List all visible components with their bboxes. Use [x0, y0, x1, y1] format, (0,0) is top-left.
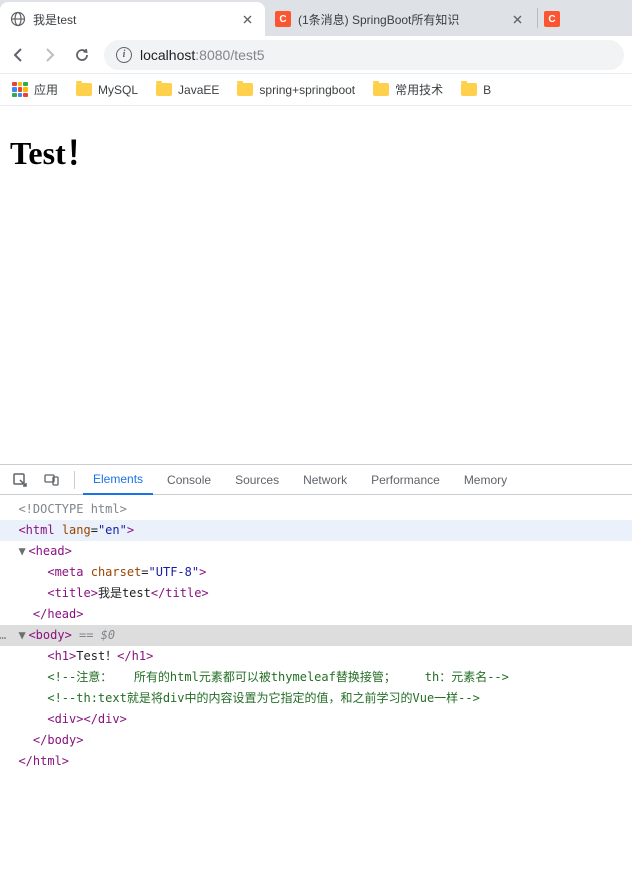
tab-title: 我是test — [33, 11, 232, 28]
nav-bar: i localhost:8080/test5 — [0, 36, 632, 74]
url-bar[interactable]: i localhost:8080/test5 — [104, 40, 624, 70]
dom-node-body-close[interactable]: </body> — [0, 730, 632, 751]
device-icon[interactable] — [38, 466, 66, 494]
close-icon[interactable] — [239, 11, 255, 27]
apps-button[interactable]: 应用 — [12, 81, 58, 98]
info-icon[interactable]: i — [116, 47, 132, 63]
apps-icon — [12, 82, 28, 98]
folder-icon — [237, 83, 253, 96]
browser-tab-bar: 我是test C (1条消息) SpringBoot所有知识 C — [0, 0, 632, 36]
folder-icon — [156, 83, 172, 96]
tab-sources[interactable]: Sources — [225, 465, 289, 495]
dom-node-head-close[interactable]: </head> — [0, 604, 632, 625]
tab-inactive-2[interactable]: C — [540, 2, 564, 36]
reload-button[interactable] — [72, 45, 92, 65]
tab-performance[interactable]: Performance — [361, 465, 450, 495]
page-heading: Test！ — [10, 128, 622, 174]
dom-node-body[interactable]: … ▼<body> == $0 — [0, 625, 632, 646]
inspect-icon[interactable] — [6, 466, 34, 494]
bookmark-label: spring+springboot — [259, 83, 355, 97]
globe-icon — [10, 11, 26, 27]
csdn-icon: C — [544, 11, 560, 27]
csdn-icon: C — [275, 11, 291, 27]
bookmark-label: B — [483, 83, 491, 97]
dom-node-h1[interactable]: <h1>Test！</h1> — [0, 646, 632, 667]
separator — [74, 471, 75, 489]
back-button[interactable] — [8, 45, 28, 65]
dom-node-meta[interactable]: <meta charset="UTF-8"> — [0, 562, 632, 583]
dom-node-doctype[interactable]: <!DOCTYPE html> — [0, 499, 632, 520]
folder-icon — [461, 83, 477, 96]
tab-separator — [537, 8, 538, 28]
devtools-tab-bar: Elements Console Sources Network Perform… — [0, 465, 632, 495]
bookmarks-bar: 应用 MySQL JavaEE spring+springboot 常用技术 B — [0, 74, 632, 106]
page-content: Test！ — [0, 106, 632, 464]
tab-network[interactable]: Network — [293, 465, 357, 495]
tab-console[interactable]: Console — [157, 465, 221, 495]
tab-active[interactable]: 我是test — [0, 2, 265, 36]
close-icon[interactable] — [509, 11, 525, 27]
bookmark-folder-javaee[interactable]: JavaEE — [156, 83, 219, 97]
apps-label: 应用 — [34, 81, 58, 98]
dom-node-comment1[interactable]: <!--注意： 所有的html元素都可以被thymeleaf替换接管； th：元… — [0, 667, 632, 688]
bookmark-label: JavaEE — [178, 83, 219, 97]
devtools-panel: Elements Console Sources Network Perform… — [0, 464, 632, 846]
dom-node-html-close[interactable]: </html> — [0, 751, 632, 772]
tab-memory[interactable]: Memory — [454, 465, 517, 495]
url-text: localhost:8080/test5 — [140, 47, 265, 63]
tab-title: (1条消息) SpringBoot所有知识 — [298, 11, 502, 28]
bookmark-label: 常用技术 — [395, 81, 443, 98]
bookmark-folder-spring[interactable]: spring+springboot — [237, 83, 355, 97]
bookmark-folder-common[interactable]: 常用技术 — [373, 81, 443, 98]
dom-tree[interactable]: <!DOCTYPE html> <html lang="en"> ▼<head>… — [0, 495, 632, 776]
tab-elements[interactable]: Elements — [83, 465, 153, 495]
forward-button[interactable] — [40, 45, 60, 65]
folder-icon — [373, 83, 389, 96]
dom-node-comment2[interactable]: <!--th:text就是将div中的内容设置为它指定的值，和之前学习的Vue一… — [0, 688, 632, 709]
tab-inactive-1[interactable]: C (1条消息) SpringBoot所有知识 — [265, 2, 535, 36]
bookmark-label: MySQL — [98, 83, 138, 97]
bookmark-folder-mysql[interactable]: MySQL — [76, 83, 138, 97]
dom-node-head[interactable]: ▼<head> — [0, 541, 632, 562]
dom-node-title[interactable]: <title>我是test</title> — [0, 583, 632, 604]
dom-node-html[interactable]: <html lang="en"> — [0, 520, 632, 541]
folder-icon — [76, 83, 92, 96]
bookmark-folder-b[interactable]: B — [461, 83, 491, 97]
dom-node-div[interactable]: <div></div> — [0, 709, 632, 730]
